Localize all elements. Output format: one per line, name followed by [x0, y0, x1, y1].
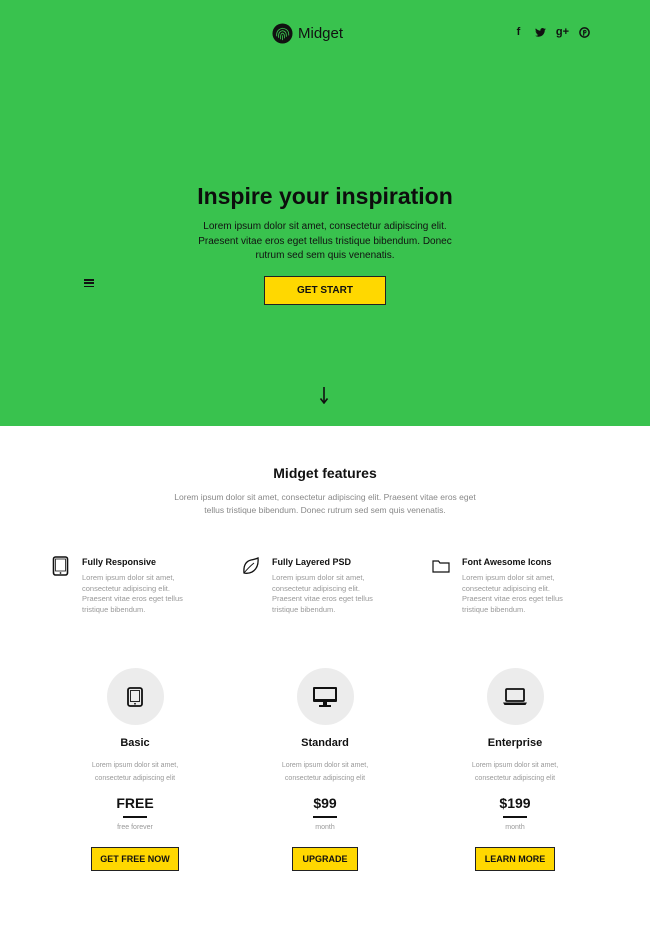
pricing-plan-enterprise: Enterprise Lorem ipsum dolor sit amet, c…: [425, 668, 605, 871]
hero-lead: Lorem ipsum dolor sit amet, consectetur …: [198, 221, 452, 261]
fingerprint-icon: [272, 22, 293, 44]
feature-title: Fully Responsive: [82, 557, 157, 567]
social-links: f g+: [512, 25, 591, 39]
plan-period: free forever: [117, 824, 153, 831]
features-title: Midget features: [273, 465, 377, 481]
pricing-plan-basic: Basic Lorem ipsum dolor sit amet, consec…: [45, 668, 225, 871]
get-free-now-button[interactable]: GET FREE NOW: [91, 847, 179, 871]
twitter-icon[interactable]: [534, 25, 547, 39]
desktop-icon: [313, 686, 337, 707]
plan-price: $199: [499, 795, 531, 811]
price-divider: [503, 816, 527, 818]
upgrade-button[interactable]: UPGRADE: [292, 847, 358, 871]
price-divider: [313, 816, 337, 818]
hero-title: Inspire your inspiration: [197, 183, 453, 209]
feature-title: Font Awesome Icons: [462, 557, 552, 567]
pricing-plan-standard: Standard Lorem ipsum dolor sit amet, con…: [235, 668, 415, 871]
features-subtitle: Lorem ipsum dolor sit amet, consectetur …: [174, 492, 476, 515]
leaf-icon: [243, 556, 259, 574]
feature-description: Lorem ipsum dolor sit amet, consectetur …: [272, 573, 373, 614]
plan-period: month: [315, 824, 335, 831]
arrow-down-icon[interactable]: [319, 387, 329, 404]
google-plus-icon[interactable]: g+: [556, 25, 569, 39]
plan-icon-circle: [486, 668, 544, 725]
facebook-icon[interactable]: f: [512, 25, 525, 39]
plan-icon-circle: [296, 668, 354, 725]
plan-name: Enterprise: [487, 737, 543, 749]
price-divider: [123, 816, 147, 818]
plan-description: Lorem ipsum dolor sit amet, consectetur …: [91, 762, 179, 782]
tablet-icon: [127, 686, 143, 707]
feature-title: Fully Layered PSD: [272, 557, 352, 567]
plan-name: Basic: [120, 737, 150, 749]
pinterest-icon[interactable]: [578, 25, 591, 39]
hero-section: Midget f g+ Inspire your inspiration Lor…: [0, 0, 650, 426]
plan-name: Standard: [301, 737, 349, 749]
folder-icon: [432, 560, 450, 573]
laptop-icon: [503, 687, 527, 705]
plan-icon-circle: [106, 668, 164, 725]
plan-description: Lorem ipsum dolor sit amet, consectetur …: [471, 762, 559, 782]
brand-name: Midget: [298, 24, 344, 42]
feature-description: Lorem ipsum dolor sit amet, consectetur …: [462, 573, 563, 614]
hamburger-menu-icon[interactable]: [84, 279, 94, 288]
plan-price: FREE: [116, 795, 154, 811]
tablet-icon: [52, 556, 69, 576]
learn-more-button[interactable]: LEARN MORE: [475, 847, 555, 871]
brand[interactable]: Midget: [272, 22, 343, 44]
plan-period: month: [505, 824, 525, 831]
get-start-button[interactable]: GET START: [264, 276, 386, 305]
plan-description: Lorem ipsum dolor sit amet, consectetur …: [281, 762, 369, 782]
feature-description: Lorem ipsum dolor sit amet, consectetur …: [82, 573, 183, 614]
plan-price: $99: [313, 795, 337, 811]
